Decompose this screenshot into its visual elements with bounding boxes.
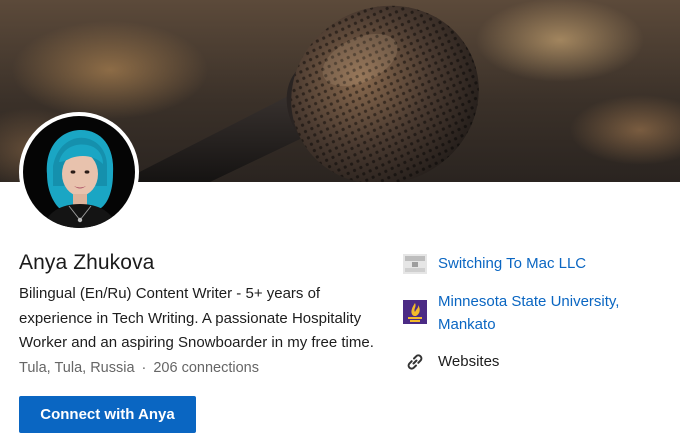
profile-avatar[interactable]	[19, 112, 139, 232]
company-link[interactable]: Switching To Mac LLC	[438, 252, 586, 275]
company-logo-icon	[403, 252, 427, 276]
university-logo-icon	[403, 300, 427, 324]
sidebar-item-company[interactable]: Switching To Mac LLC	[403, 252, 586, 276]
profile-location: Tula, Tula, Russia	[19, 360, 135, 376]
websites-label[interactable]: Websites	[438, 350, 499, 373]
avatar-photo	[23, 116, 135, 228]
link-icon	[403, 350, 427, 374]
connect-button[interactable]: Connect with Anya	[19, 396, 196, 433]
sidebar-item-school[interactable]: Minnesota State University, Mankato	[403, 290, 648, 336]
profile-connections: 206 connections	[153, 360, 259, 376]
meta-separator: ·	[141, 360, 147, 376]
profile-meta: Tula, Tula, Russia · 206 connections	[19, 360, 259, 376]
school-link[interactable]: Minnesota State University, Mankato	[438, 290, 648, 336]
profile-name: Anya Zhukova	[19, 251, 155, 274]
profile-headline: Bilingual (En/Ru) Content Writer - 5+ ye…	[19, 285, 374, 351]
sidebar-item-websites[interactable]: Websites	[403, 350, 499, 374]
